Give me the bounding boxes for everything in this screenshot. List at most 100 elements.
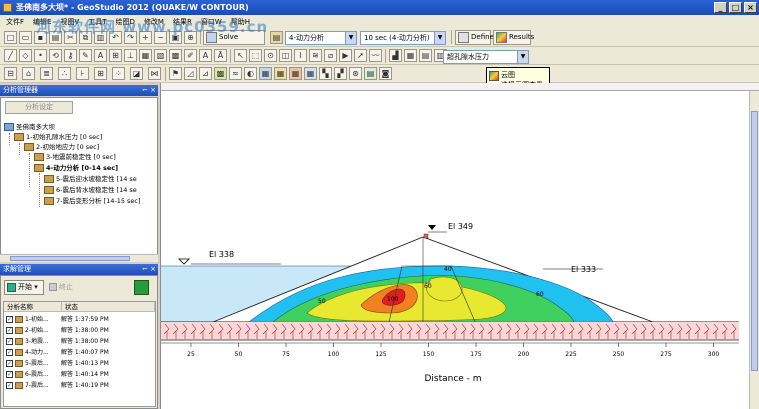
nodes-icon[interactable]: ⁘ (112, 67, 125, 80)
table-row[interactable]: ✓ 5-震后... 解答 1:40:13 PM (4, 359, 155, 369)
row-status: 解答 1:38:00 PM (61, 327, 109, 334)
deform-icon[interactable]: ⊿ (199, 67, 212, 80)
column-header-name[interactable]: 分析名称 (4, 302, 62, 312)
minimize-button[interactable]: _ (714, 2, 727, 13)
maximize-button[interactable]: □ (729, 2, 742, 13)
slope-icon[interactable]: ◿ (184, 67, 197, 80)
scrollbar-thumb[interactable] (751, 111, 758, 371)
view-node-icon[interactable]: ⊙ (264, 49, 277, 62)
contour-view-icon[interactable]: ▩ (214, 67, 227, 80)
boundary-icon[interactable]: ▧ (154, 49, 167, 62)
axis-icon[interactable]: ⊥ (124, 49, 137, 62)
colors-icon[interactable]: ▦ (289, 67, 302, 80)
title-bar: 圣佛南多大坝* - GeoStudio 2012 (QUAKE/W CONTOU… (0, 0, 759, 15)
panel-close-icon[interactable]: ⌐ × (142, 264, 156, 275)
pointer-icon[interactable]: ↖ (234, 49, 247, 62)
history-icon[interactable]: ⊛ (349, 67, 362, 80)
axes-icon[interactable]: ⊦ (76, 67, 89, 80)
menu-file[interactable]: 文件F (6, 17, 24, 27)
contour-parameter-select[interactable]: 超孔隙水压力 ▼ (443, 50, 529, 64)
table-row[interactable]: ✓ 3-地震... 解答 1:38:00 PM (4, 337, 155, 347)
report-icon[interactable]: ▤ (419, 49, 432, 62)
isoline-icon[interactable]: 〰 (369, 49, 382, 62)
vector-icon[interactable]: ➚ (354, 49, 367, 62)
drawing-canvas[interactable]: 50 100 60 40 60 El 349 El 338 El 333 25 5… (160, 83, 759, 409)
tree-item-analysis-4[interactable]: 4-动力分析 [0-14 sec] (34, 163, 118, 173)
analysis-select[interactable]: 4-动力分析 ▼ (285, 31, 357, 45)
label-icon[interactable]: A (94, 49, 107, 62)
checkbox[interactable]: ✓ (6, 349, 13, 356)
grid-view-icon[interactable]: ⊞ (94, 67, 107, 80)
scrollbar-thumb[interactable] (10, 256, 130, 261)
tree-item-analysis-1[interactable]: 1-初始孔隙水压力 [0 sec] (14, 132, 102, 142)
new-file-icon[interactable]: □ (4, 31, 17, 44)
material-icon[interactable]: ▦ (139, 49, 152, 62)
table-row[interactable]: ✓ 7-震后... 解答 1:40:19 PM (4, 381, 155, 391)
column-header-status[interactable]: 状态 (62, 302, 155, 312)
tree-item-analysis-7[interactable]: 7-震后变形分析 [14-15 sec] (44, 196, 141, 206)
tree-item-analysis-6[interactable]: 6-震后背水坡稳定性 [14 se (44, 185, 137, 195)
animation-icon[interactable]: ▶ (339, 49, 352, 62)
define-button[interactable]: Define (455, 30, 494, 45)
text-icon[interactable]: A (199, 49, 212, 62)
chart-icon[interactable]: ▟ (389, 49, 402, 62)
mohr-circle-icon[interactable]: ◐ (244, 67, 257, 80)
analysis-settings-button[interactable]: 分析设定 (5, 101, 73, 114)
mesh-icon[interactable]: ▩ (169, 49, 182, 62)
plot-icon[interactable]: ▚ (319, 67, 332, 80)
checkbox[interactable]: ✓ (6, 371, 13, 378)
tree-item-project[interactable]: 圣佛南多大坝 (4, 122, 55, 132)
checkbox[interactable]: ✓ (6, 360, 13, 367)
analysis-panel-scrollbar[interactable] (0, 254, 158, 262)
table-icon[interactable]: ▦ (404, 49, 417, 62)
section-icon[interactable]: ▞ (334, 67, 347, 80)
view-preferences-icon[interactable]: ⌂ (22, 67, 35, 80)
time-select[interactable]: 10 sec (4-动力分析) ▼ (360, 31, 446, 45)
water-table-icon[interactable]: ≈ (229, 67, 242, 80)
table-row[interactable]: ✓ 6-震后... 解答 1:40:14 PM (4, 370, 155, 380)
rotate-icon[interactable]: ⟲ (49, 49, 62, 62)
tree-item-analysis-2[interactable]: 2-初始地应力 [0 sec] (24, 142, 99, 152)
graph-icon[interactable]: ⌇ (294, 49, 307, 62)
slice-icon[interactable]: ⧄ (324, 49, 337, 62)
points-icon[interactable]: ∴ (58, 67, 71, 80)
fill-icon[interactable]: ▦ (259, 67, 272, 80)
tree-item-analysis-5[interactable]: 5-震后迎水坡稳定性 [14 se (44, 174, 137, 184)
select-region-icon[interactable]: ⬚ (249, 49, 262, 62)
tree-item-analysis-3[interactable]: 3-地震前稳定性 [0 sec] (34, 152, 116, 162)
flux-icon[interactable]: ≋ (309, 49, 322, 62)
palette-icon[interactable]: ▦ (304, 67, 317, 80)
point-tool-icon[interactable]: • (34, 49, 47, 62)
line-tool-icon[interactable]: ╱ (4, 49, 17, 62)
layers-icon[interactable]: ≣ (40, 67, 53, 80)
stop-button[interactable]: 终止 (47, 280, 79, 295)
panel-close-icon[interactable]: ⌐ × (142, 85, 156, 96)
elements-icon[interactable]: ◪ (130, 67, 143, 80)
region-tool-icon[interactable]: ◇ (19, 49, 32, 62)
grid-icon[interactable]: ⊞ (109, 49, 122, 62)
sketch-icon[interactable]: ✐ (184, 49, 197, 62)
shading-icon[interactable]: ▦ (274, 67, 287, 80)
view-element-icon[interactable]: ◫ (279, 49, 292, 62)
pen-icon[interactable]: ✎ (79, 49, 92, 62)
camera-icon[interactable]: ◙ (379, 67, 392, 80)
properties-icon[interactable]: ⊟ (4, 67, 17, 80)
table-row[interactable]: ✓ 1-初始... 解答 1:37:59 PM (4, 315, 155, 325)
table-row[interactable]: ✓ 2-初始... 解答 1:38:00 PM (4, 326, 155, 336)
font-icon[interactable]: Ā (214, 49, 227, 62)
checkbox[interactable]: ✓ (6, 327, 13, 334)
refresh-icon[interactable] (134, 280, 149, 295)
export-icon[interactable]: ▤ (364, 67, 377, 80)
close-button[interactable]: × (744, 2, 757, 13)
results-button[interactable]: Results (493, 30, 534, 45)
key-icon[interactable]: ⚷ (64, 49, 77, 62)
color-flag-icon[interactable]: ⚑ (169, 67, 182, 80)
start-button[interactable]: 开始 ▾ (4, 280, 44, 295)
open-folder-icon[interactable]: ▭ (19, 31, 32, 44)
checkbox[interactable]: ✓ (6, 382, 13, 389)
vertical-scrollbar[interactable] (749, 91, 759, 409)
table-row[interactable]: ✓ 4-动力... 解答 1:40:07 PM (4, 348, 155, 358)
mesh-view-icon[interactable]: ⋈ (148, 67, 161, 80)
checkbox[interactable]: ✓ (6, 338, 13, 345)
checkbox[interactable]: ✓ (6, 316, 13, 323)
